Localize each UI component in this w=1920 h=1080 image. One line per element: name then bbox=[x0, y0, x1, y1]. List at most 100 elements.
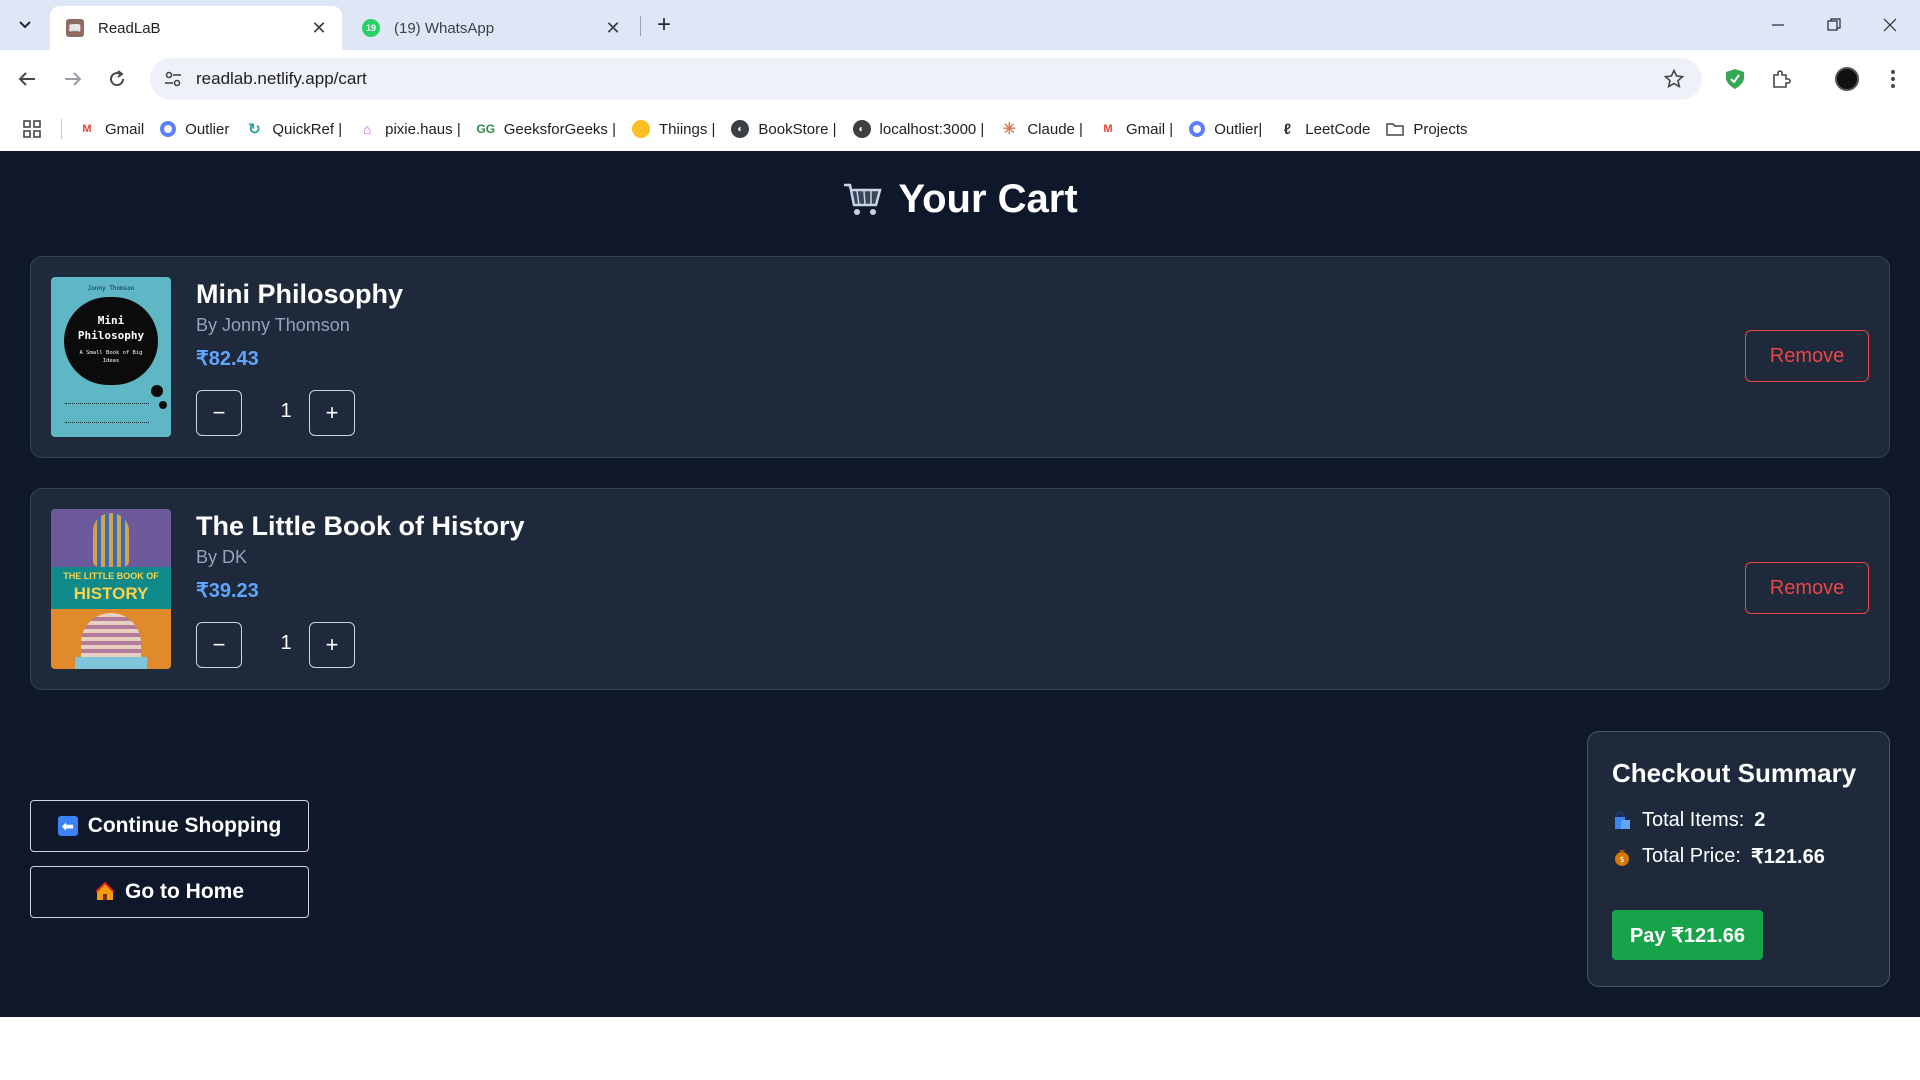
bookmark-gfg[interactable]: GG GeeksforGeeks | bbox=[476, 120, 616, 138]
reload-icon bbox=[110, 70, 125, 87]
whatsapp-favicon-icon: 19 bbox=[362, 19, 380, 37]
forward-button[interactable] bbox=[58, 64, 88, 94]
extensions-button[interactable] bbox=[1766, 64, 1796, 94]
thiings-icon bbox=[632, 120, 650, 138]
gfg-icon: GG bbox=[476, 122, 496, 136]
house-icon bbox=[95, 882, 115, 902]
profile-avatar[interactable] bbox=[1832, 64, 1862, 94]
cover-title-line2: HISTORY bbox=[73, 584, 149, 603]
shopping-cart-icon bbox=[844, 183, 882, 215]
item-title: The Little Book of History bbox=[196, 511, 525, 541]
bookmark-claude[interactable]: ✳ Claude | bbox=[1000, 120, 1083, 139]
browser-toolbar: readlab.netlify.app/cart bbox=[0, 50, 1920, 108]
cover-lines bbox=[65, 403, 149, 423]
arrow-left-icon: ⬅ bbox=[57, 816, 78, 836]
reload-button[interactable] bbox=[102, 64, 132, 94]
bookmarks-divider bbox=[61, 119, 62, 139]
bookmark-star-icon[interactable] bbox=[1662, 67, 1686, 91]
close-window-button[interactable] bbox=[1862, 0, 1918, 50]
continue-shopping-button[interactable]: ⬅ Continue Shopping bbox=[30, 800, 309, 852]
cover-pharaoh bbox=[93, 513, 129, 567]
leetcode-icon: ℓ bbox=[1283, 120, 1291, 138]
bookmark-bookstore[interactable]: ◐ BookStore | bbox=[731, 120, 837, 138]
address-bar[interactable]: readlab.netlify.app/cart bbox=[150, 58, 1702, 100]
quantity-value: 1 bbox=[280, 632, 292, 654]
outlier-icon bbox=[1189, 121, 1206, 137]
total-items-value: 2 bbox=[1754, 809, 1766, 831]
quickref-icon: ↻ bbox=[248, 121, 261, 138]
book-cover-image[interactable]: Jonny Thomson Mini Philosophy A Small Bo… bbox=[51, 277, 171, 437]
go-home-label: Go to Home bbox=[125, 880, 244, 903]
cover-title-line1: THE LITTLE BOOK OF bbox=[63, 571, 159, 581]
summary-title: Checkout Summary bbox=[1612, 758, 1857, 788]
svg-text:$: $ bbox=[1619, 855, 1624, 864]
minimize-icon bbox=[1772, 24, 1784, 26]
bookmark-gmail[interactable]: M Gmail bbox=[78, 120, 144, 138]
item-title: Mini Philosophy bbox=[196, 279, 403, 309]
increment-button[interactable]: + bbox=[309, 390, 355, 436]
quantity-value: 1 bbox=[280, 400, 292, 422]
increment-button[interactable]: + bbox=[309, 622, 355, 668]
globe-icon: ◐ bbox=[731, 120, 750, 138]
claude-icon: ✳ bbox=[1002, 121, 1017, 138]
bookmark-leetcode[interactable]: ℓ LeetCode bbox=[1278, 120, 1371, 138]
tab-search-button[interactable] bbox=[10, 11, 40, 39]
page-title-text: Your Cart bbox=[898, 177, 1078, 221]
restore-button[interactable] bbox=[1806, 0, 1862, 50]
bookmark-localhost[interactable]: ◐ localhost:3000 | bbox=[852, 120, 984, 138]
tab-title: (19) WhatsApp bbox=[394, 19, 495, 37]
bookmark-gmail-2[interactable]: M Gmail | bbox=[1099, 120, 1173, 138]
readlab-favicon-icon: 📖 bbox=[66, 19, 84, 37]
puzzle-icon bbox=[1773, 70, 1791, 88]
bookmark-outlier-2[interactable]: Outlier| bbox=[1189, 121, 1262, 138]
remove-button[interactable]: Remove bbox=[1745, 330, 1869, 382]
bookmark-thiings[interactable]: Thiings | bbox=[632, 120, 715, 138]
item-price: ₹82.43 bbox=[196, 348, 259, 370]
go-home-button[interactable]: Go to Home bbox=[30, 866, 309, 918]
tab-readlab[interactable]: 📖 ReadLaB ✕ bbox=[50, 6, 342, 50]
site-info-icon[interactable] bbox=[162, 68, 184, 90]
bookmarks-bar: M Gmail Outlier ↻ QuickRef | ⌂ pixie.haus |… bbox=[0, 108, 1920, 150]
close-tab-icon[interactable]: ✕ bbox=[602, 17, 624, 39]
folder-icon bbox=[1386, 120, 1405, 138]
globe-icon: ◐ bbox=[852, 120, 871, 138]
book-cover-image[interactable]: THE LITTLE BOOK OF HISTORY bbox=[51, 509, 171, 669]
cover-author: Jonny Thomson bbox=[87, 285, 135, 292]
page-title: Your Cart bbox=[0, 177, 1920, 222]
menu-button[interactable] bbox=[1878, 64, 1908, 94]
apps-grid-icon[interactable] bbox=[20, 117, 44, 141]
gmail-icon: M bbox=[1103, 123, 1113, 135]
shopping-bags-icon bbox=[1612, 810, 1632, 831]
cover-subtitle: A Small Book of Big Ideas bbox=[79, 350, 143, 364]
decrement-button[interactable]: − bbox=[196, 390, 242, 436]
minimize-button[interactable] bbox=[1750, 0, 1806, 50]
back-button[interactable] bbox=[12, 64, 42, 94]
money-bag-icon: $ bbox=[1612, 847, 1632, 867]
item-price: ₹39.23 bbox=[196, 580, 259, 602]
cart-item: Jonny Thomson Mini Philosophy A Small Bo… bbox=[30, 256, 1890, 458]
shield-icon bbox=[1726, 69, 1744, 89]
close-tab-icon[interactable]: ✕ bbox=[308, 17, 330, 39]
cover-bubble bbox=[159, 401, 167, 409]
shield-extension-button[interactable] bbox=[1720, 64, 1750, 94]
browser-tab-strip: 📖 ReadLaB ✕ 19 (19) WhatsApp ✕ + bbox=[0, 0, 1920, 50]
cart-item: THE LITTLE BOOK OF HISTORY The Little Bo… bbox=[30, 488, 1890, 690]
total-items-row: Total Items: 2 bbox=[1612, 809, 1765, 832]
url-text[interactable]: readlab.netlify.app/cart bbox=[196, 69, 367, 89]
pay-button[interactable]: Pay ₹121.66 bbox=[1612, 910, 1763, 960]
bookmark-projects[interactable]: Projects bbox=[1386, 120, 1468, 138]
new-tab-button[interactable]: + bbox=[650, 11, 678, 39]
tab-whatsapp[interactable]: 19 (19) WhatsApp ✕ bbox=[346, 6, 636, 50]
cover-base bbox=[75, 657, 147, 669]
total-price-row: $ Total Price: ₹121.66 bbox=[1612, 844, 1825, 869]
tab-title: ReadLaB bbox=[98, 19, 161, 37]
remove-button[interactable]: Remove bbox=[1745, 562, 1869, 614]
total-items-label: Total Items: bbox=[1642, 809, 1745, 831]
cart-page: Your Cart Jonny Thomson Mini Philosophy … bbox=[0, 151, 1920, 1017]
avatar-icon bbox=[1835, 67, 1859, 91]
decrement-button[interactable]: − bbox=[196, 622, 242, 668]
bookmark-pixie[interactable]: ⌂ pixie.haus | bbox=[358, 120, 461, 138]
cover-bubble bbox=[151, 385, 163, 397]
bookmark-outlier[interactable]: Outlier bbox=[160, 121, 229, 138]
bookmark-quickref[interactable]: ↻ QuickRef | bbox=[245, 120, 342, 139]
